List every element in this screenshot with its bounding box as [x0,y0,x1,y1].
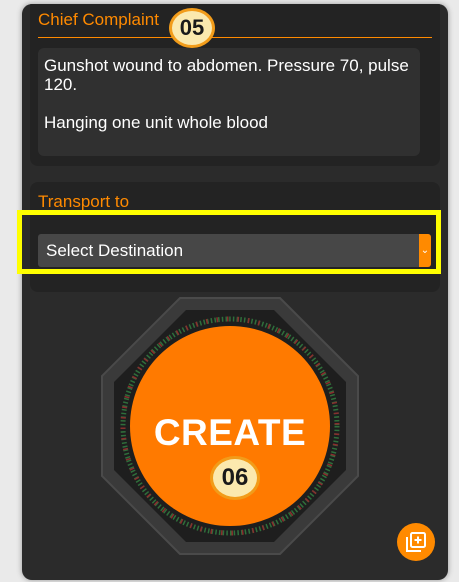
add-copy-icon[interactable] [397,523,435,561]
chief-complaint-card: Chief Complaint Gunshot wound to abdomen… [30,4,440,166]
chief-complaint-notes[interactable]: Gunshot wound to abdomen. Pressure 70, p… [38,48,420,156]
step-badge-05: 05 [169,8,215,48]
notes-line-1: Gunshot wound to abdomen. Pressure 70, p… [44,56,414,94]
transport-divider [38,212,432,213]
step-badge-06: 06 [210,456,260,500]
destination-select-value: Select Destination [46,240,184,260]
create-label[interactable]: CREATE [100,412,360,454]
create-button[interactable]: CREATE 06 [100,296,360,556]
destination-select[interactable]: Select Destination ⌄ [38,234,431,267]
chevron-down-icon[interactable]: ⌄ [419,234,431,267]
transport-label: Transport to [38,192,130,211]
add-copy-icon-glyph [406,532,426,552]
notes-line-2: Hanging one unit whole blood [44,113,269,132]
chief-complaint-label: Chief Complaint [38,10,159,29]
chief-complaint-divider [38,37,432,38]
app-panel: Chief Complaint Gunshot wound to abdomen… [22,4,448,580]
